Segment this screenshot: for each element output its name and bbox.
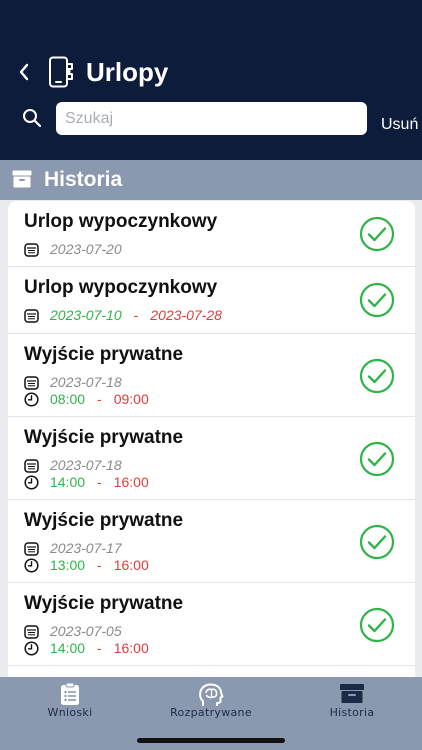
- date-row: 2023-07-10 - 2023-07-28: [24, 307, 222, 323]
- range-separator: -: [97, 474, 102, 490]
- check-circle-icon: [359, 282, 395, 318]
- time-end: 16:00: [113, 474, 149, 490]
- time-row: 14:00 - 16:00: [24, 640, 149, 656]
- home-indicator: [137, 738, 285, 743]
- archive-box-icon: [12, 170, 32, 188]
- list-item[interactable]: Wyjście prywatne 2023-07-18 14:00 - 16:0…: [8, 417, 415, 500]
- list-item[interactable]: Urlop wypoczynkowy 2023-07-10 - 2023-07-…: [8, 267, 415, 334]
- time-row: 14:00 - 16:00: [24, 474, 149, 490]
- check-circle-icon: [359, 607, 395, 643]
- list-item[interactable]: Wyjście prywatne 2023-07-05 14:00 - 16:0…: [8, 583, 415, 666]
- clock-icon: [24, 391, 39, 407]
- time-start: 14:00: [50, 474, 86, 490]
- time-start: 13:00: [50, 557, 86, 573]
- tab-label: Historia: [329, 706, 375, 719]
- phone-tool-icon: [49, 56, 73, 88]
- date-row: 2023-07-18: [24, 457, 122, 473]
- chevron-left-icon: [19, 63, 29, 81]
- search-input[interactable]: [56, 102, 367, 135]
- item-title: Wyjście prywatne: [24, 427, 184, 448]
- time-row: 08:00 - 09:00: [24, 391, 149, 407]
- clock-icon: [24, 640, 39, 656]
- item-title: Urlop wypoczynkowy: [24, 211, 218, 232]
- item-title: Urlop wypoczynkowy: [24, 277, 218, 298]
- page-title: Urlopy: [86, 57, 169, 87]
- time-start: 08:00: [50, 391, 86, 407]
- time-end: 09:00: [113, 391, 149, 407]
- calendar-icon: [24, 308, 39, 323]
- date-start: 2023-07-10: [50, 307, 122, 323]
- date-start: 2023-07-18: [50, 374, 122, 390]
- brain-head-icon: [199, 683, 224, 706]
- date-end: 2023-07-28: [150, 307, 222, 323]
- date-start: 2023-07-18: [50, 457, 122, 473]
- history-list: Urlop wypoczynkowy 2023-07-20 Urlop wypo…: [8, 201, 415, 677]
- tab-label: Wnioski: [47, 706, 93, 719]
- date-row: 2023-07-18: [24, 374, 122, 390]
- calendar-icon: [24, 242, 39, 257]
- check-circle-icon: [359, 358, 395, 394]
- calendar-icon: [24, 624, 39, 639]
- clear-search-button[interactable]: Usuń: [381, 116, 418, 134]
- check-circle-icon: [359, 216, 395, 252]
- search-icon: [23, 109, 42, 128]
- time-start: 14:00: [50, 640, 86, 656]
- tab-rozpatrywane[interactable]: Rozpatrywane: [141, 677, 281, 727]
- item-title: Wyjście prywatne: [24, 344, 184, 365]
- tab-wnioski[interactable]: Wnioski: [0, 677, 140, 727]
- check-circle-icon: [359, 524, 395, 560]
- item-title: Wyjście prywatne: [24, 510, 184, 531]
- list-item[interactable]: Wyjście prywatne 2023-07-18 08:00 - 09:0…: [8, 334, 415, 417]
- date-start: 2023-07-17: [50, 540, 122, 556]
- tab-historia[interactable]: Historia: [282, 677, 422, 727]
- range-separator: -: [97, 391, 102, 407]
- date-row: 2023-07-20: [24, 241, 122, 257]
- clock-icon: [24, 474, 39, 490]
- date-start: 2023-07-20: [50, 241, 122, 257]
- clock-icon: [24, 557, 39, 573]
- calendar-icon: [24, 458, 39, 473]
- item-title: Wyjście prywatne: [24, 593, 184, 614]
- date-row: 2023-07-17: [24, 540, 122, 556]
- calendar-icon: [24, 541, 39, 556]
- range-separator: -: [97, 640, 102, 656]
- range-separator: -: [97, 557, 102, 573]
- back-button[interactable]: [14, 60, 34, 84]
- time-row: 13:00 - 16:00: [24, 557, 149, 573]
- clipboard-list-icon: [61, 682, 79, 705]
- date-start: 2023-07-05: [50, 623, 122, 639]
- tab-label: Rozpatrywane: [170, 706, 252, 719]
- list-item[interactable]: Urlop wypoczynkowy 2023-07-20: [8, 201, 415, 267]
- time-end: 16:00: [113, 640, 149, 656]
- time-end: 16:00: [113, 557, 149, 573]
- date-row: 2023-07-05: [24, 623, 122, 639]
- calendar-icon: [24, 375, 39, 390]
- archive-box-icon: [340, 684, 364, 703]
- section-title: Historia: [44, 168, 123, 191]
- range-separator: -: [133, 307, 139, 323]
- list-item[interactable]: Wyjście prywatne 2023-07-17 13:00 - 16:0…: [8, 500, 415, 583]
- check-circle-icon: [359, 441, 395, 477]
